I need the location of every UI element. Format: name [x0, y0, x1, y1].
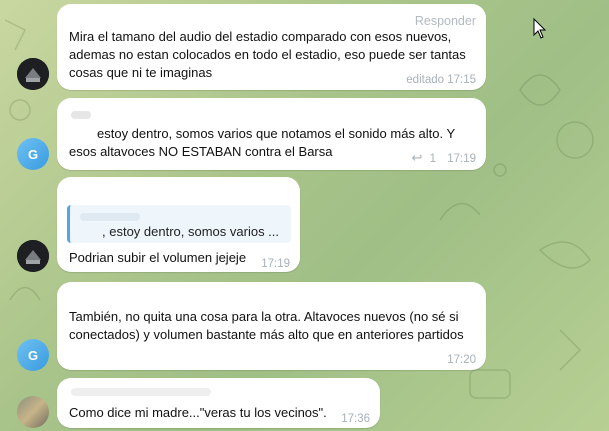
message-time: 17:15: [447, 74, 476, 86]
quoted-message[interactable]: , estoy dentro, somos varios ...: [67, 205, 291, 243]
sender-name-redacted: [71, 388, 211, 396]
edited-label: editado: [406, 74, 445, 86]
stadium-logo-icon: [17, 240, 49, 272]
message-time: 17:20: [447, 354, 476, 366]
message-bubble[interactable]: estoy dentro, somos varios que notamos e…: [57, 98, 486, 170]
message-time: 17:19: [447, 153, 476, 165]
message-bubble[interactable]: Responder Mira el tamano del audio del e…: [57, 4, 486, 90]
quoted-text: , estoy dentro, somos varios ...: [102, 224, 280, 239]
reply-count: 1: [429, 153, 437, 165]
message-time: 17:19: [261, 258, 290, 270]
sender-name-redacted: [71, 111, 91, 119]
avatar-letter: G: [27, 347, 39, 363]
message-bubble[interactable]: También, no quita una cosa para la otra.…: [57, 282, 486, 370]
message-bubble[interactable]: Como dice mi madre..."veras tu los vecin…: [57, 378, 380, 428]
stadium-logo-icon: [17, 58, 49, 90]
message-text: Como dice mi madre..."veras tu los vecin…: [69, 405, 327, 420]
message-time: 17:36: [341, 413, 370, 425]
avatar[interactable]: [17, 58, 49, 90]
mouse-cursor-icon: [533, 18, 547, 39]
quoted-sender-redacted: [80, 213, 140, 221]
message-meta: ↩ 1 17:19: [412, 149, 477, 168]
avatar[interactable]: G: [17, 339, 49, 371]
avatar[interactable]: G: [17, 138, 49, 170]
message-text: También, no quita una cosa para la otra.…: [69, 309, 464, 342]
avatar[interactable]: [17, 396, 49, 428]
reply-arrow-icon[interactable]: ↩: [412, 150, 423, 165]
message-text: Podrian subir el volumen jejeje: [69, 250, 247, 265]
message-meta: editado 17:15: [406, 71, 476, 89]
avatar-letter: G: [27, 146, 39, 162]
message-bubble[interactable]: , estoy dentro, somos varios ... Podrian…: [57, 177, 300, 272]
avatar[interactable]: [17, 240, 49, 272]
